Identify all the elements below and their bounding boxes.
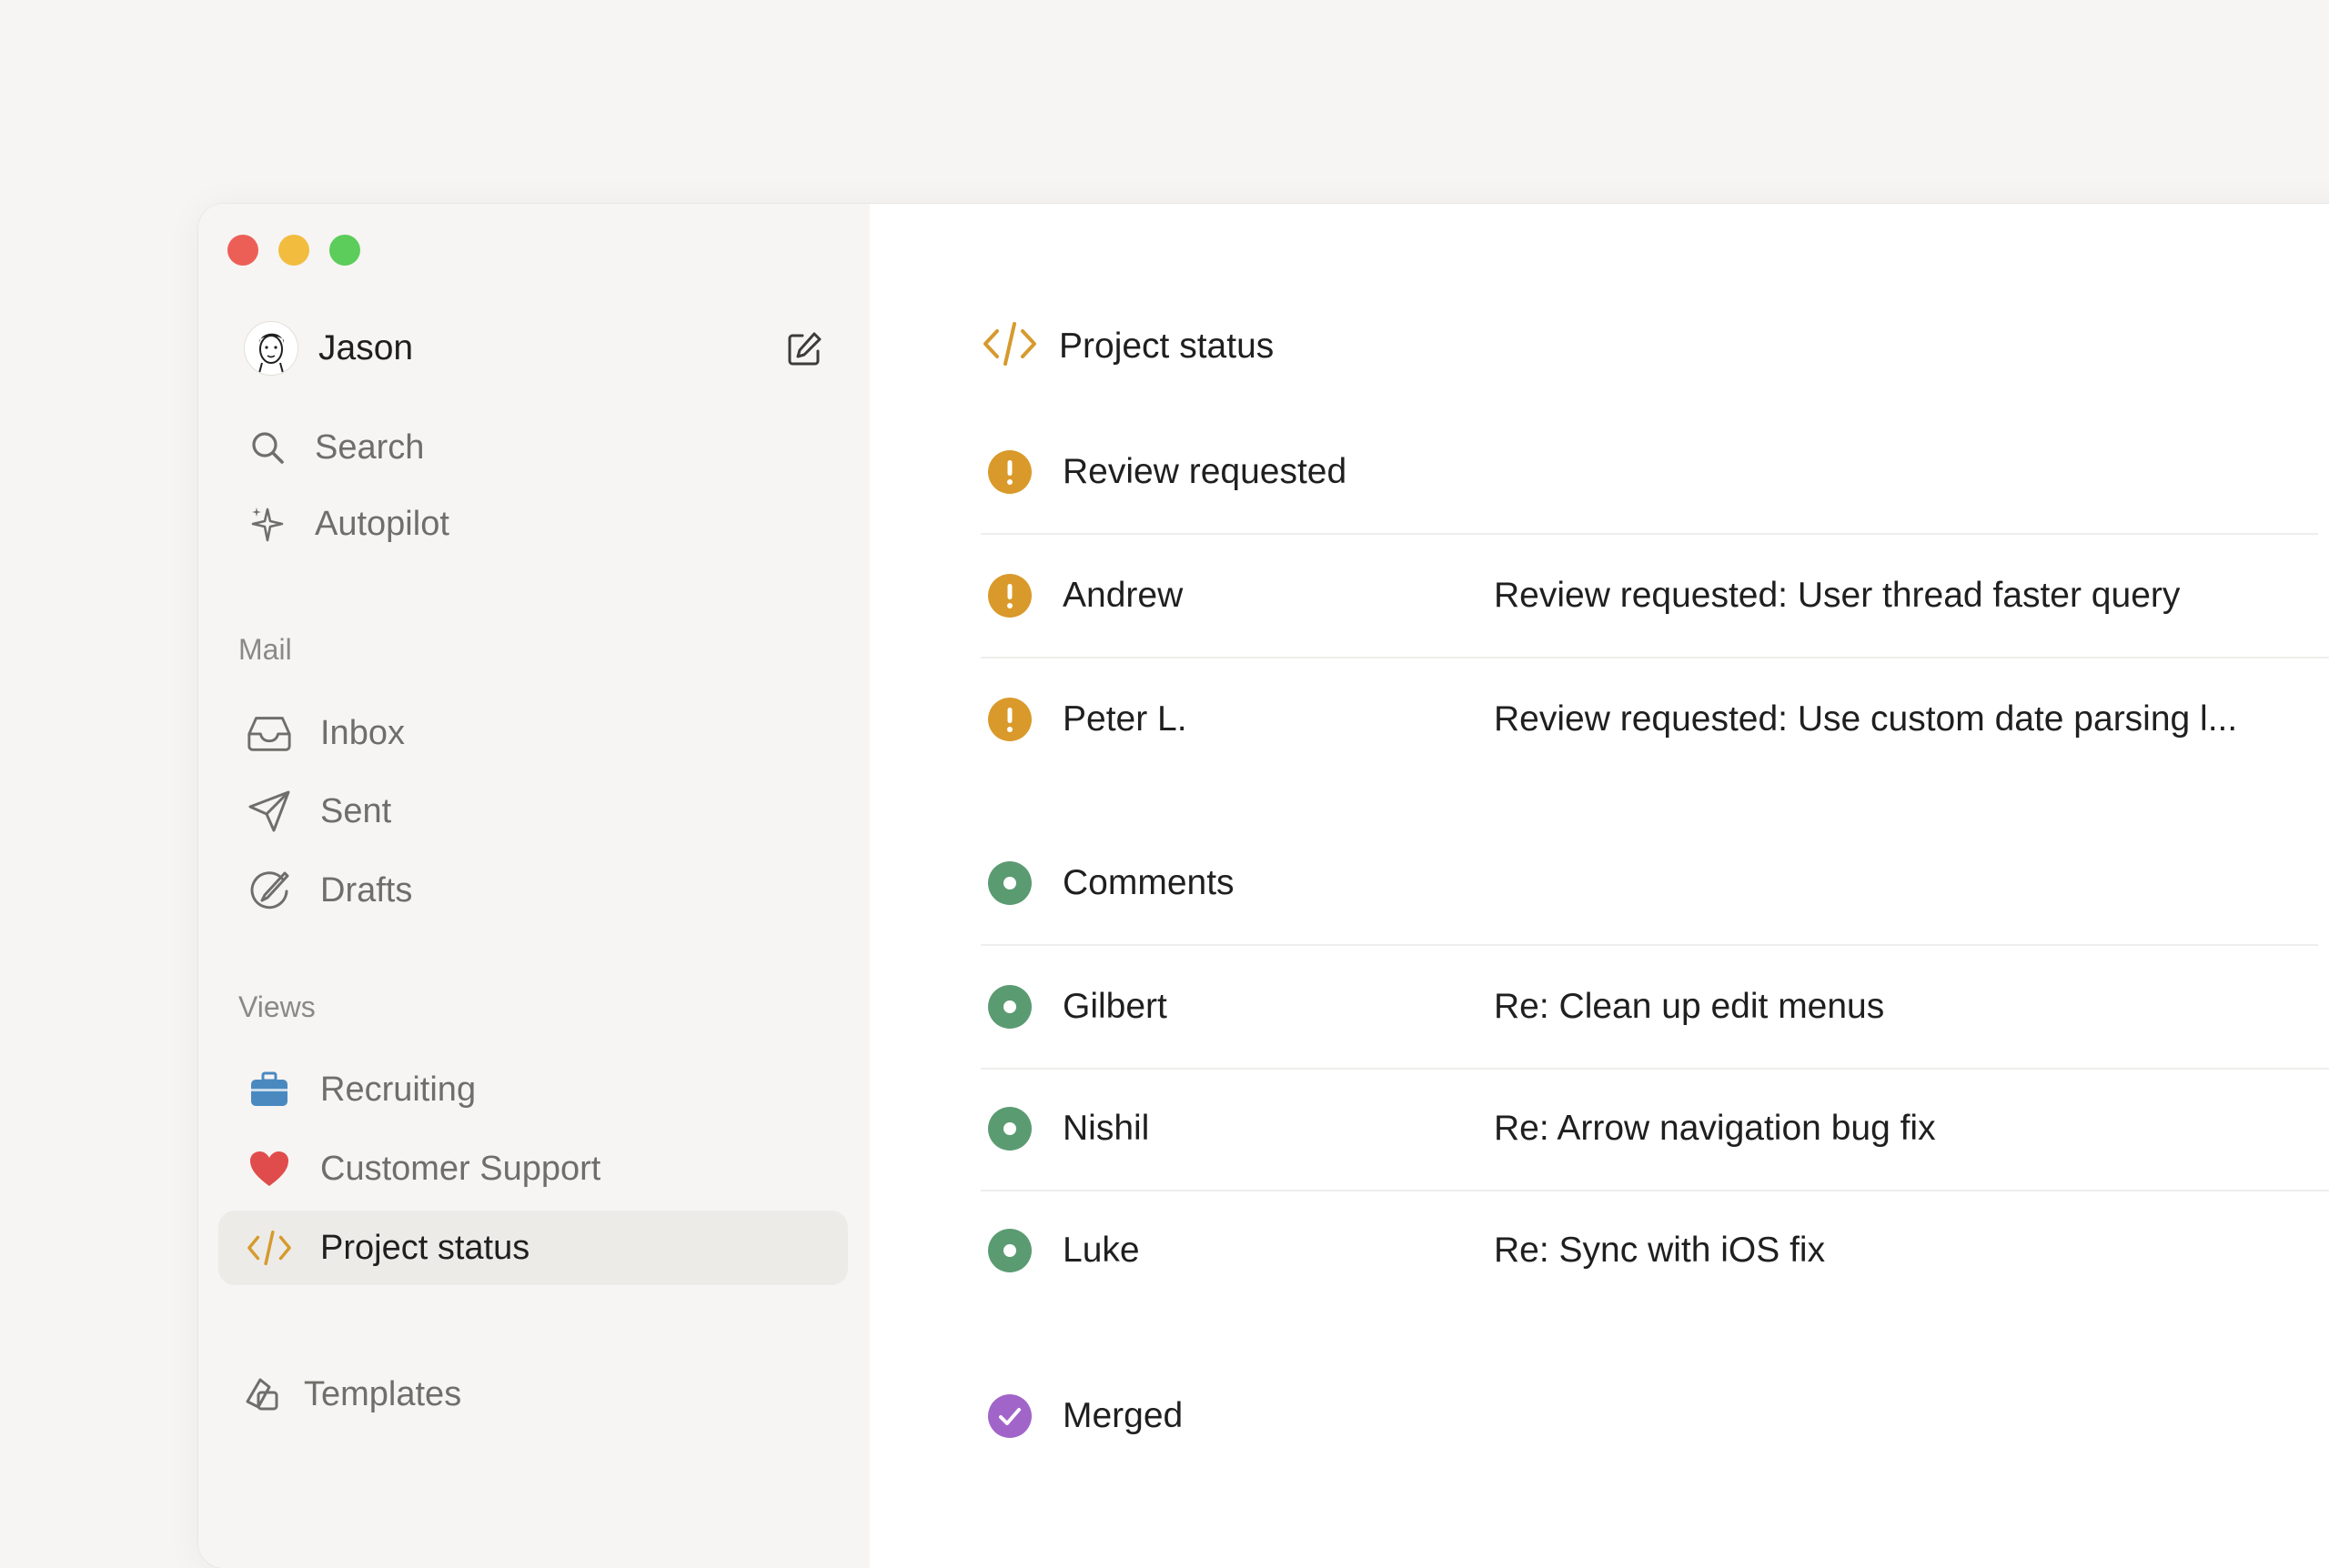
sidebar-item-project-status[interactable]: Project status: [218, 1211, 848, 1285]
row-subject: Re: Clean up edit menus: [1494, 987, 1885, 1026]
table-row[interactable]: Luke Re: Sync with iOS fix: [981, 1190, 2329, 1312]
content-layer: Search Autopilot Mail Inbox Sent Drafts …: [0, 0, 2329, 1459]
row-sender: Gilbert: [1063, 987, 1167, 1026]
drafts-icon: [246, 867, 293, 914]
section-label-views: Views: [238, 990, 316, 1023]
row-subject: Review requested: User thread faster que…: [1494, 576, 2181, 615]
row-sender: Peter L.: [1063, 699, 1187, 739]
sidebar-item-label: Autopilot: [315, 504, 449, 543]
sidebar-item-recruiting[interactable]: Recruiting: [218, 1052, 846, 1127]
warning-icon: [988, 574, 1032, 618]
table-row[interactable]: Nishil Re: Arrow navigation bug fix: [981, 1068, 2329, 1191]
section-label-mail: Mail: [238, 633, 292, 666]
row-subject: Re: Arrow navigation bug fix: [1494, 1109, 1936, 1148]
sparkle-icon: [244, 500, 291, 548]
code-icon: [981, 320, 1039, 372]
sidebar-item-label: Recruiting: [320, 1070, 477, 1109]
sidebar-item-label: Search: [315, 427, 425, 467]
sidebar-item-label: Sent: [320, 791, 392, 830]
sidebar-item-label: Drafts: [320, 870, 413, 910]
row-sender: Nishil: [1063, 1109, 1150, 1148]
status-dot-icon: [988, 1107, 1032, 1151]
heart-icon: [246, 1145, 293, 1192]
page-header: Project status: [981, 320, 1274, 372]
group-label: Comments: [1063, 863, 1235, 902]
paper-plane-icon: [246, 788, 293, 835]
sidebar-item-search[interactable]: Search: [218, 410, 846, 485]
group-label: Review requested: [1063, 452, 1347, 491]
sidebar-item-label: Inbox: [320, 713, 405, 752]
checkmark-icon: [988, 1394, 1032, 1438]
row-subject: Review requested: Use custom date parsin…: [1494, 699, 2238, 739]
status-dot-icon: [988, 861, 1032, 905]
status-dot-icon: [988, 985, 1032, 1029]
sidebar-item-drafts[interactable]: Drafts: [218, 853, 846, 928]
row-sender: Andrew: [1063, 576, 1184, 615]
table-row[interactable]: Peter L. Review requested: Use custom da…: [981, 658, 2329, 780]
sidebar-item-label: Customer Support: [320, 1149, 601, 1188]
warning-icon: [988, 698, 1032, 741]
sidebar-item-label: Templates: [304, 1374, 462, 1413]
sidebar-item-inbox[interactable]: Inbox: [218, 696, 846, 770]
sidebar-item-customer-support[interactable]: Customer Support: [218, 1131, 846, 1206]
briefcase-icon: [246, 1066, 293, 1113]
sidebar-item-sent[interactable]: Sent: [218, 774, 846, 849]
sidebar-item-templates[interactable]: Templates: [218, 1357, 846, 1432]
templates-icon: [238, 1371, 286, 1418]
sidebar-item-label: Project status: [320, 1228, 530, 1267]
table-row[interactable]: Andrew Review requested: User thread fas…: [981, 535, 2329, 658]
group-label: Merged: [1063, 1396, 1184, 1435]
sidebar-item-autopilot[interactable]: Autopilot: [218, 487, 846, 561]
group-header-review-requested[interactable]: Review requested: [981, 411, 2318, 535]
status-dot-icon: [988, 1229, 1032, 1272]
inbox-icon: [246, 709, 293, 757]
row-subject: Re: Sync with iOS fix: [1494, 1231, 1826, 1270]
group-header-comments[interactable]: Comments: [981, 822, 2318, 946]
code-icon: [246, 1224, 293, 1271]
row-sender: Luke: [1063, 1231, 1140, 1270]
table-row[interactable]: Gilbert Re: Clean up edit menus: [981, 946, 2329, 1070]
warning-icon: [988, 450, 1032, 494]
page-title: Project status: [1059, 326, 1275, 366]
search-icon: [244, 424, 291, 471]
